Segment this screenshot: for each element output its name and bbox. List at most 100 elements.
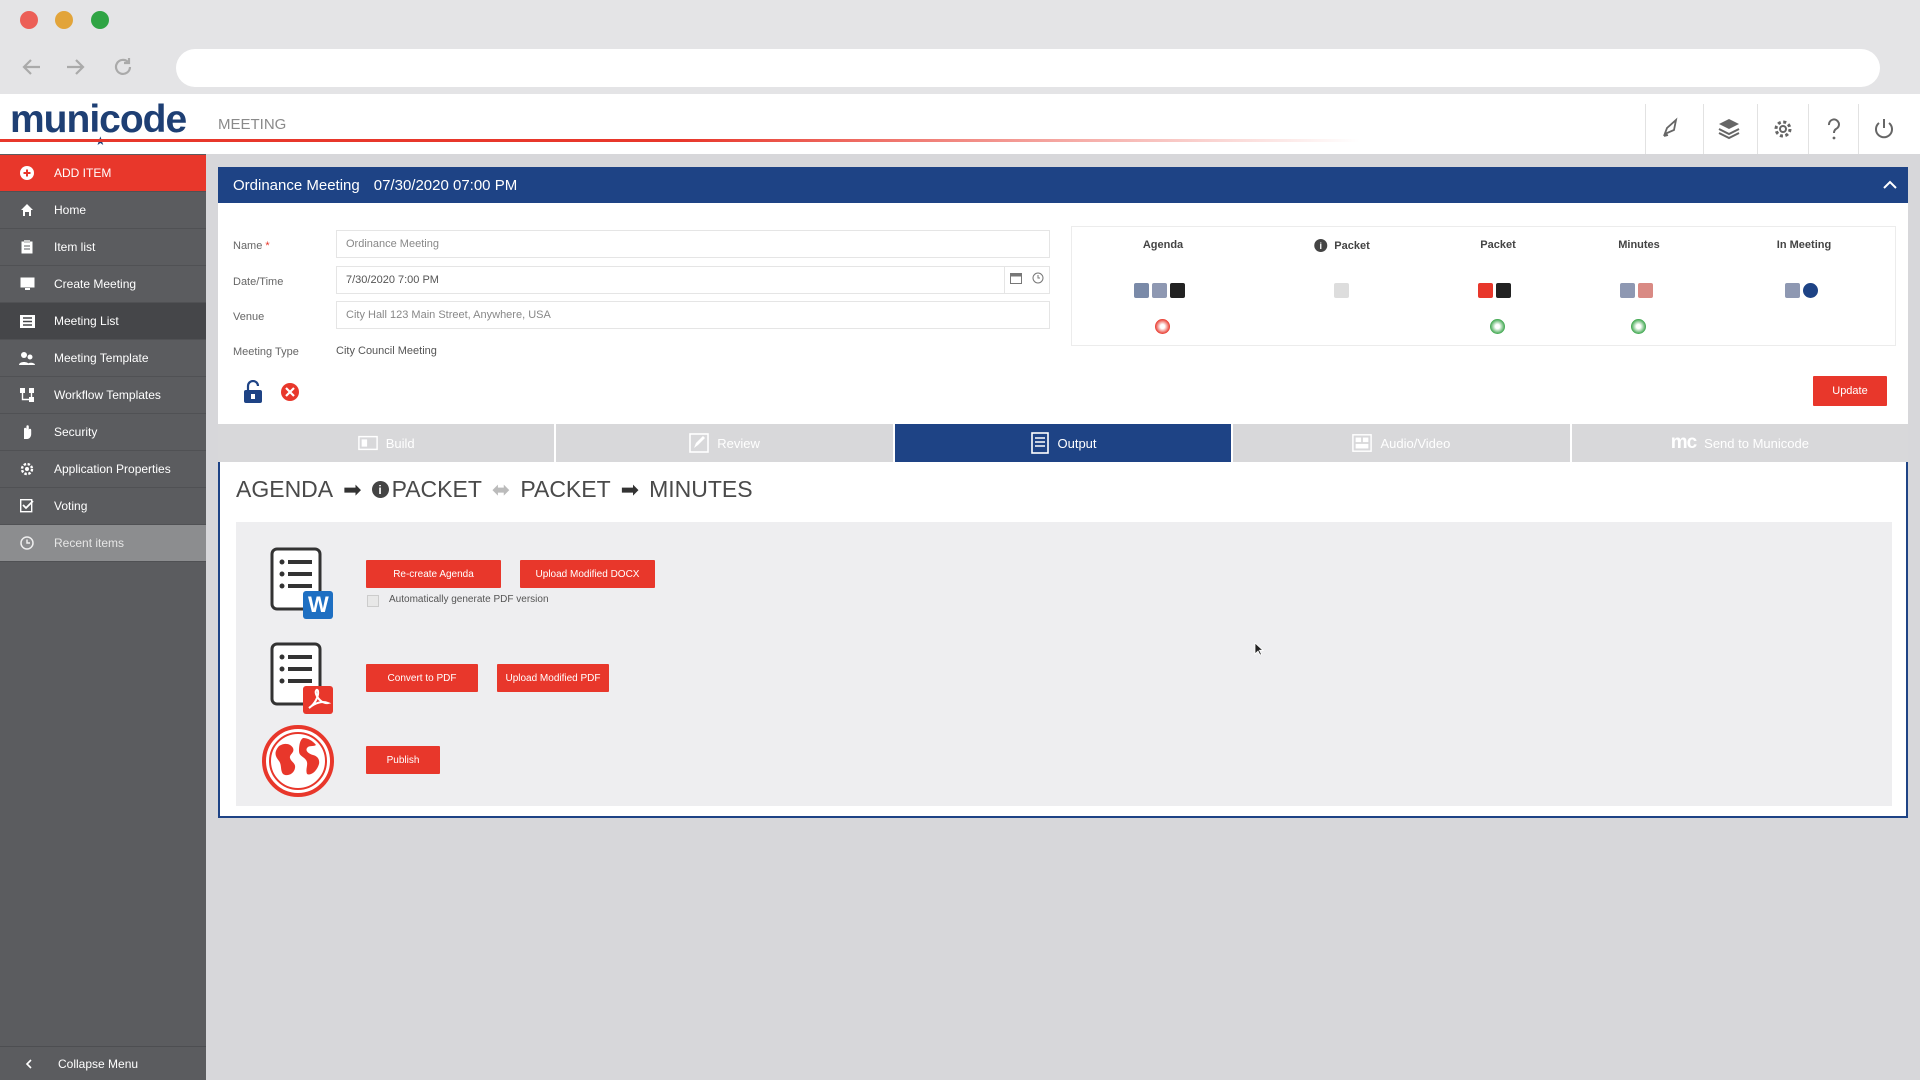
name-label: Name * <box>233 240 270 252</box>
tab-audio-video[interactable]: Audio/Video <box>1233 424 1572 462</box>
update-button[interactable]: Update <box>1813 376 1887 406</box>
unlock-icon[interactable] <box>242 379 264 409</box>
sidebar-item-label: Meeting List <box>54 314 119 328</box>
agenda-doc-icons <box>1134 282 1188 300</box>
doc-placeholder-icon[interactable] <box>1334 283 1349 299</box>
layers-icon[interactable] <box>1703 104 1753 154</box>
status-col-in-meeting: In Meeting <box>1776 239 1832 251</box>
workflow-steps: AGENDA ➡ i PACKET ⬌ PACKET ➡ MINUTES <box>236 476 753 503</box>
browser-titlebar <box>0 0 1920 40</box>
meeting-tabs: Build Review Output Audio/Video MC Send … <box>218 424 1909 462</box>
upload-modified-docx-button[interactable]: Upload Modified DOCX <box>520 560 655 588</box>
clock-icon[interactable] <box>1032 271 1044 289</box>
back-arrow-icon[interactable] <box>17 52 47 82</box>
datetime-pickers <box>1004 267 1049 293</box>
monitor-icon <box>0 277 54 291</box>
minutes-globe-icon[interactable] <box>1631 319 1646 339</box>
power-icon[interactable] <box>1858 104 1908 154</box>
upload-modified-pdf-button[interactable]: Upload Modified PDF <box>497 664 609 692</box>
sidebar-item-label: Workflow Templates <box>54 388 161 402</box>
meeting-type-label: Meeting Type <box>233 346 299 358</box>
arrow-right-icon: ➡ <box>343 476 362 502</box>
venue-label: Venue <box>233 311 265 323</box>
home-icon <box>0 203 54 217</box>
meeting-type-value: City Council Meeting <box>336 345 437 357</box>
sidebar-item-home[interactable]: Home <box>0 192 206 229</box>
info-icon: i <box>371 481 389 498</box>
sidebar-item-security[interactable]: Security <box>0 414 206 451</box>
film-icon <box>1352 433 1373 453</box>
sidebar-item-label: Item list <box>54 240 96 254</box>
in-meeting-icons <box>1785 282 1821 300</box>
tab-output[interactable]: Output <box>894 424 1234 462</box>
header-accent-line <box>0 139 1360 142</box>
tab-build[interactable]: Build <box>218 424 557 462</box>
workflow-step-agenda: AGENDA <box>236 476 334 502</box>
address-bar[interactable] <box>176 49 1880 87</box>
help-icon[interactable] <box>1808 104 1858 154</box>
pdf-doc-icon[interactable] <box>1638 283 1653 299</box>
sidebar-item-label: Home <box>54 203 87 217</box>
sidebar-item-meeting-list[interactable]: Meeting List <box>0 303 206 340</box>
status-col-packet: Packet <box>1480 239 1516 251</box>
users-icon <box>0 351 54 365</box>
recreate-agenda-button[interactable]: Re-create Agenda <box>366 560 501 588</box>
packet-doc-icons <box>1478 282 1514 300</box>
sidebar-item-add-item[interactable]: ADD ITEM <box>0 155 206 192</box>
word-doc-icon[interactable] <box>1620 283 1635 299</box>
sidebar-item-application-properties[interactable]: Application Properties <box>0 451 206 488</box>
gear-icon[interactable] <box>1757 104 1807 154</box>
auto-pdf-checkbox[interactable] <box>367 595 379 607</box>
window-maximize-button[interactable] <box>91 11 109 29</box>
sidebar-item-voting[interactable]: Voting <box>0 488 206 525</box>
pdf-doc-icon[interactable] <box>1478 283 1493 299</box>
list-icon <box>0 314 54 328</box>
workflow-step-packet: PACKET <box>520 476 611 502</box>
window-minimize-button[interactable] <box>55 11 73 29</box>
convert-to-pdf-button[interactable]: Convert to PDF <box>366 664 478 692</box>
cancel-icon[interactable] <box>280 382 300 407</box>
sidebar-item-label: Security <box>54 425 98 439</box>
publish-button[interactable]: Publish <box>366 746 440 774</box>
tab-send-to-municode[interactable]: MC Send to Municode <box>1571 424 1909 462</box>
people-icon[interactable] <box>1803 283 1818 299</box>
clock-icon <box>0 536 54 550</box>
packet-globe-icon[interactable] <box>1490 319 1505 339</box>
forward-arrow-icon[interactable] <box>60 52 90 82</box>
venue-field[interactable]: City Hall 123 Main Street, Anywhere, USA <box>336 301 1050 329</box>
auto-pdf-label: Automatically generate PDF version <box>389 594 549 605</box>
sidebar-item-create-meeting[interactable]: Create Meeting <box>0 266 206 303</box>
html-doc-icon[interactable] <box>1496 283 1511 299</box>
agenda-globe-icon[interactable] <box>1155 319 1170 339</box>
chevron-left-icon <box>0 1058 58 1069</box>
pre-packet-doc-icon <box>1334 282 1352 300</box>
sidebar-item-recent-items[interactable]: Recent items <box>0 525 206 562</box>
arrow-both-icon: ⬌ <box>491 476 511 502</box>
info-icon: i <box>1314 239 1328 252</box>
name-field[interactable]: Ordinance Meeting <box>336 230 1050 258</box>
word-doc-icon[interactable] <box>1134 283 1149 299</box>
status-col-agenda: Agenda <box>1142 239 1184 251</box>
sidebar-item-meeting-template[interactable]: Meeting Template <box>0 340 206 377</box>
reload-icon[interactable] <box>108 52 138 82</box>
window-close-button[interactable] <box>20 11 38 29</box>
sidebar-item-label: Application Properties <box>54 462 171 476</box>
doc-icon[interactable] <box>1785 283 1800 299</box>
sidebar-item-label: Create Meeting <box>54 277 137 291</box>
pencil-icon <box>689 433 710 453</box>
status-col-minutes: Minutes <box>1618 239 1660 251</box>
sidebar-item-workflow-templates[interactable]: Workflow Templates <box>0 377 206 414</box>
collapse-menu-button[interactable]: Collapse Menu <box>0 1046 206 1080</box>
tab-review[interactable]: Review <box>556 424 895 462</box>
html-doc-icon[interactable] <box>1170 283 1185 299</box>
sidebar-item-item-list[interactable]: Item list <box>0 229 206 266</box>
rocket-icon[interactable] <box>1645 104 1695 154</box>
pdf-doc-icon[interactable] <box>1152 283 1167 299</box>
minutes-doc-icons <box>1620 282 1656 300</box>
workflow-icon <box>0 388 54 402</box>
calendar-icon[interactable] <box>1010 271 1022 289</box>
datetime-field[interactable]: 7/30/2020 7:00 PM <box>336 266 1050 294</box>
mc-icon: MC <box>1670 432 1697 453</box>
sidebar-item-label: Voting <box>54 499 88 513</box>
chevron-up-icon[interactable] <box>1878 173 1902 197</box>
